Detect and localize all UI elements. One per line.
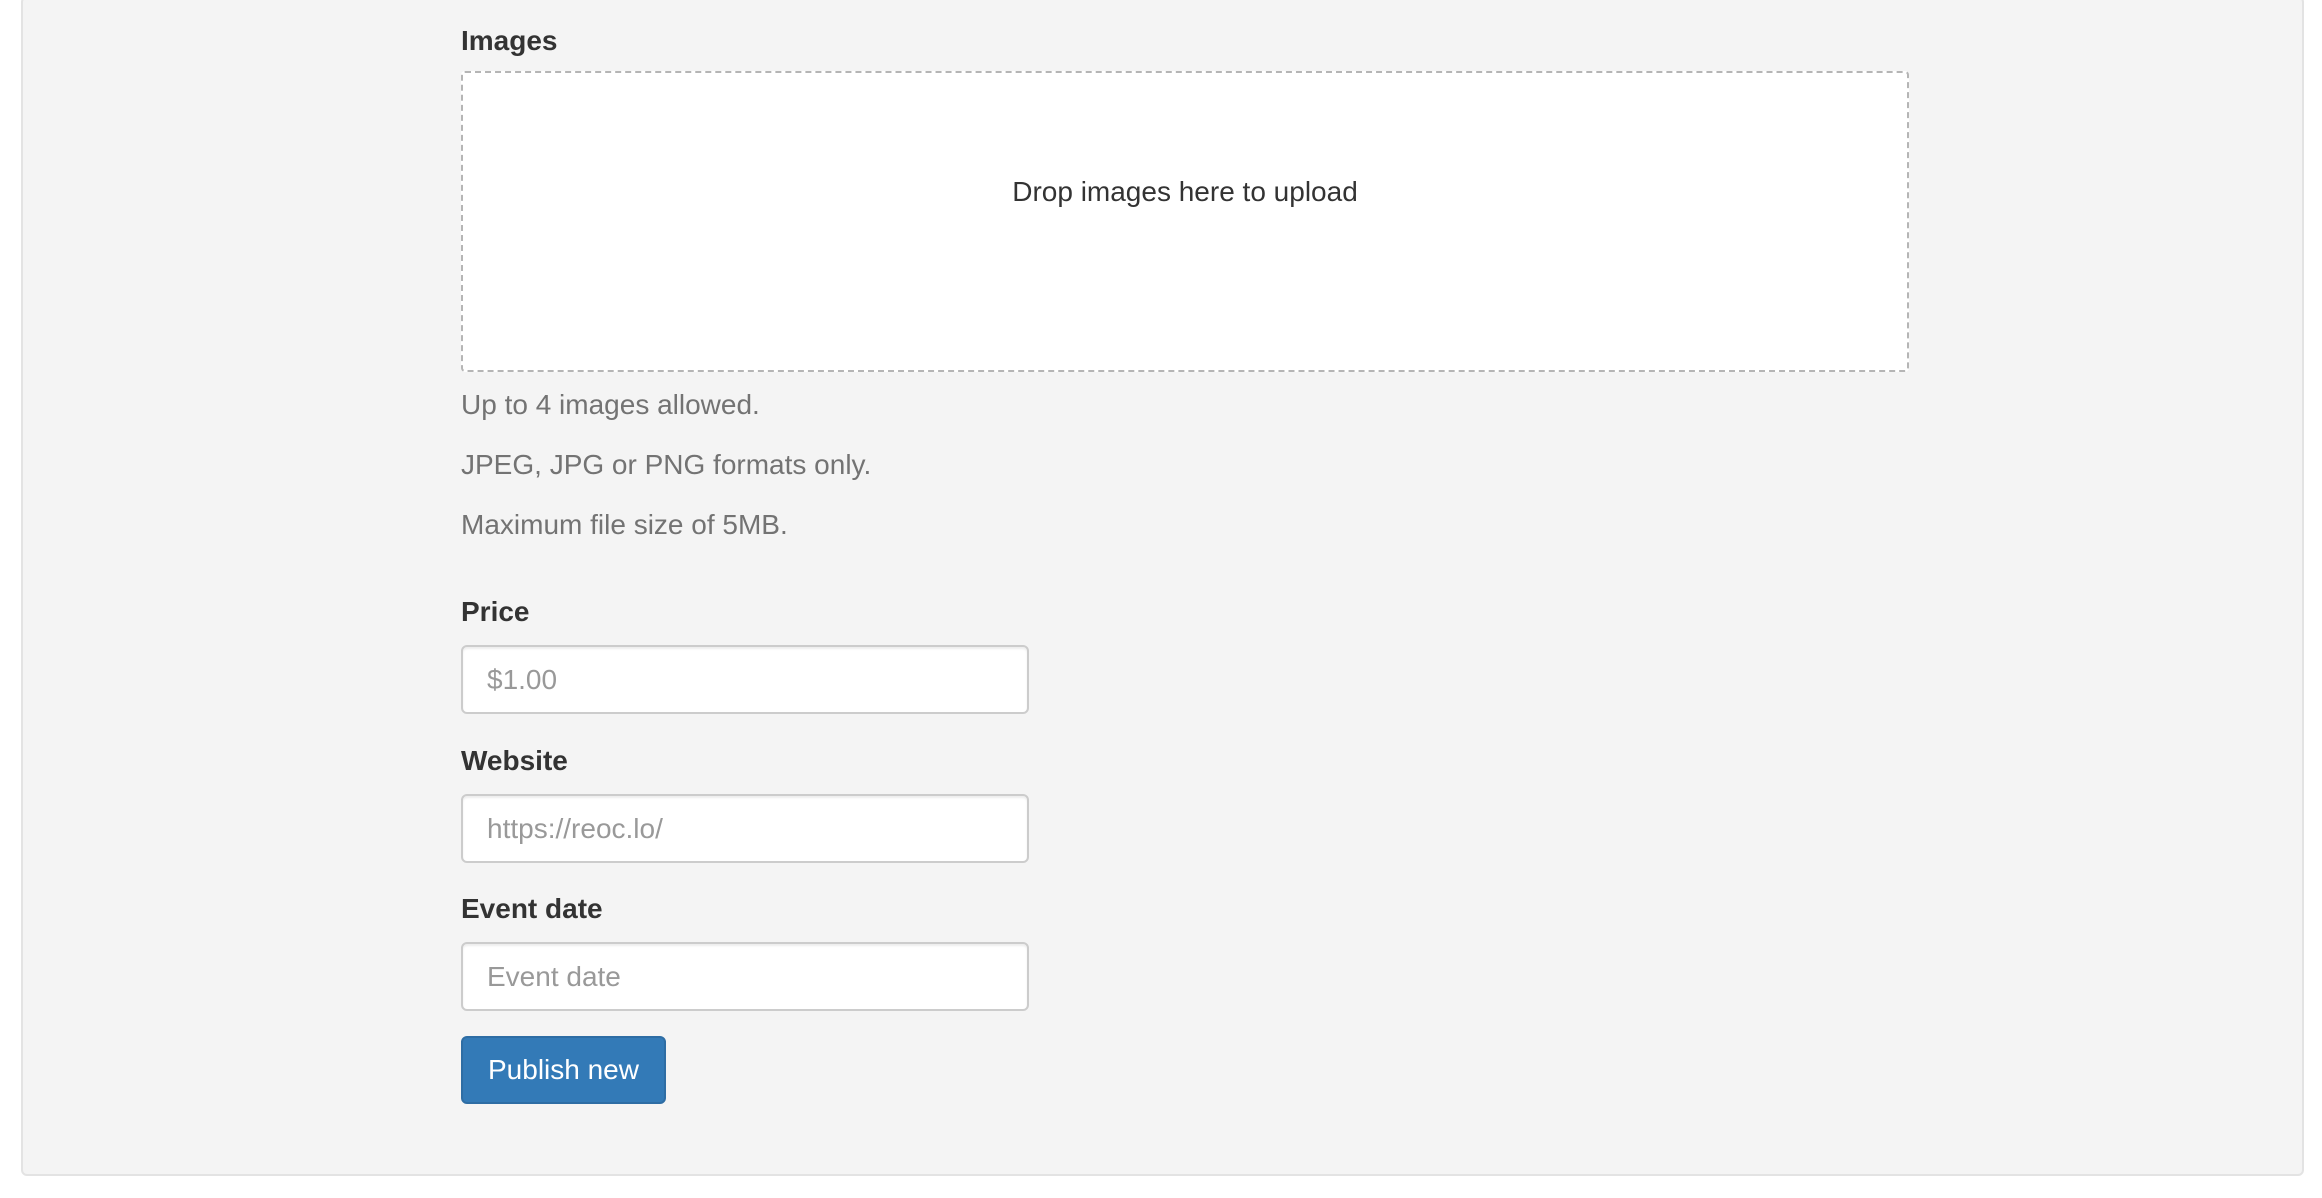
image-dropzone[interactable]: Drop images here to upload xyxy=(461,71,1909,372)
form-panel: Images Drop images here to upload Up to … xyxy=(21,0,2304,1176)
images-label: Images xyxy=(461,25,558,56)
event-date-label: Event date xyxy=(461,893,603,924)
price-label: Price xyxy=(461,596,530,627)
price-input[interactable] xyxy=(461,645,1029,714)
website-label: Website xyxy=(461,745,568,776)
help-image-count: Up to 4 images allowed. xyxy=(461,389,760,420)
help-image-formats: JPEG, JPG or PNG formats only. xyxy=(461,449,872,480)
publish-button[interactable]: Publish new xyxy=(461,1036,666,1104)
help-image-size: Maximum file size of 5MB. xyxy=(461,509,788,540)
website-input[interactable] xyxy=(461,794,1029,863)
dropzone-text: Drop images here to upload xyxy=(1012,176,1358,207)
event-date-input[interactable] xyxy=(461,942,1029,1011)
